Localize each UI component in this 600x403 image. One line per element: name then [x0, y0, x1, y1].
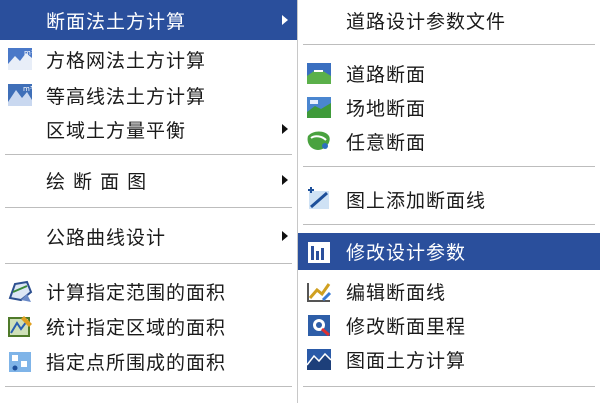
menu-item-label: 指定点所围成的面积: [46, 351, 227, 374]
menu-item-drawing-earthwork[interactable]: 图面土方计算: [298, 342, 600, 376]
edit-mileage-icon: [308, 315, 330, 337]
menu-item-edit-section-mileage[interactable]: 修改断面里程: [298, 308, 600, 342]
submenu-arrow-icon: [282, 175, 288, 185]
menu-item-label: 道路断面: [346, 63, 427, 86]
area-statistics-icon: [8, 316, 32, 337]
submenu-arrow-icon: [282, 231, 288, 241]
menu-item-label: 计算指定范围的面积: [46, 281, 227, 304]
menu-separator: [303, 44, 595, 46]
drawing-earthwork-icon: [306, 349, 332, 370]
menu-item-label: 修改断面里程: [346, 315, 467, 338]
menu-item-label: 编辑断面线: [346, 281, 447, 304]
svg-text:m³: m³: [23, 85, 33, 93]
edit-params-icon: [308, 241, 330, 263]
submenu-arrow-icon: [282, 15, 288, 25]
arbitrary-section-icon: [307, 131, 330, 150]
menu-item-label: 绘 断 面 图: [46, 170, 148, 193]
grid-earthwork-icon: m³: [8, 48, 34, 70]
menu-separator: [5, 263, 292, 265]
menu-separator: [5, 154, 292, 156]
menu-item-edit-design-params[interactable]: 修改设计参数: [298, 233, 600, 270]
menu-item-regional-balance[interactable]: 区域土方量平衡: [0, 112, 297, 146]
menu-item-edit-section-line[interactable]: 编辑断面线: [298, 274, 600, 308]
point-area-icon: [9, 352, 31, 372]
add-section-line-icon: [308, 187, 329, 209]
edit-section-line-icon: [307, 283, 332, 302]
menu-item-label: 方格网法土方计算: [46, 49, 207, 72]
contour-earthwork-icon: m³: [8, 84, 33, 106]
menu-separator: [303, 166, 595, 168]
submenu-arrow-icon: [282, 124, 288, 134]
menu-item-grid-earthwork[interactable]: m³ 方格网法土方计算: [0, 42, 297, 76]
menu-item-label: 图面土方计算: [346, 349, 467, 372]
menu-item-label: 图上添加断面线: [346, 189, 487, 212]
menu-item-label: 场地断面: [346, 97, 427, 120]
menu-item-section-earthwork[interactable]: 断面法土方计算: [0, 0, 297, 40]
menu-item-road-section[interactable]: 道路断面: [298, 56, 600, 90]
menu-item-region-statistics[interactable]: 统计指定区域的面积: [0, 309, 297, 343]
menu-item-arbitrary-section[interactable]: 任意断面: [298, 124, 600, 158]
svg-text:m³: m³: [24, 49, 34, 57]
menu-item-road-curve[interactable]: 公路曲线设计: [0, 218, 297, 254]
menu-item-label: 统计指定区域的面积: [46, 316, 227, 339]
section-earthwork-submenu: 道路设计参数文件 道路断面 场地断面 任意断面 图上添加断面线 修改设计参数 编…: [297, 0, 600, 403]
menu-item-label: 修改设计参数: [346, 242, 467, 264]
menu-item-label: 断面法土方计算: [46, 10, 187, 33]
menu-item-contour-earthwork[interactable]: m³ 等高线法土方计算: [0, 78, 297, 112]
menu-item-point-area[interactable]: 指定点所围成的面积: [0, 344, 297, 378]
menu-item-site-section[interactable]: 场地断面: [298, 90, 600, 124]
site-section-icon: [307, 97, 331, 118]
left-context-menu: 断面法土方计算 m³ 方格网法土方计算 m³ 等高线法土方计算 区域土方量平衡 …: [0, 0, 297, 403]
area-range-icon: [8, 280, 33, 302]
menu-separator: [303, 386, 595, 388]
road-section-icon: [307, 63, 331, 84]
menu-item-add-section-line[interactable]: 图上添加断面线: [298, 181, 600, 217]
menu-item-label: 区域土方量平衡: [46, 119, 187, 142]
menu-separator: [5, 207, 292, 209]
menu-item-label: 任意断面: [346, 131, 427, 154]
menu-separator: [5, 386, 292, 388]
menu-item-draw-section[interactable]: 绘 断 面 图: [0, 162, 297, 198]
menu-item-road-design-params-file[interactable]: 道路设计参数文件: [298, 2, 600, 38]
menu-item-label: 道路设计参数文件: [346, 10, 507, 33]
menu-item-label: 公路曲线设计: [46, 226, 167, 249]
menu-item-range-area[interactable]: 计算指定范围的面积: [0, 274, 297, 308]
menu-item-label: 等高线法土方计算: [46, 85, 207, 108]
menu-separator: [303, 224, 595, 226]
